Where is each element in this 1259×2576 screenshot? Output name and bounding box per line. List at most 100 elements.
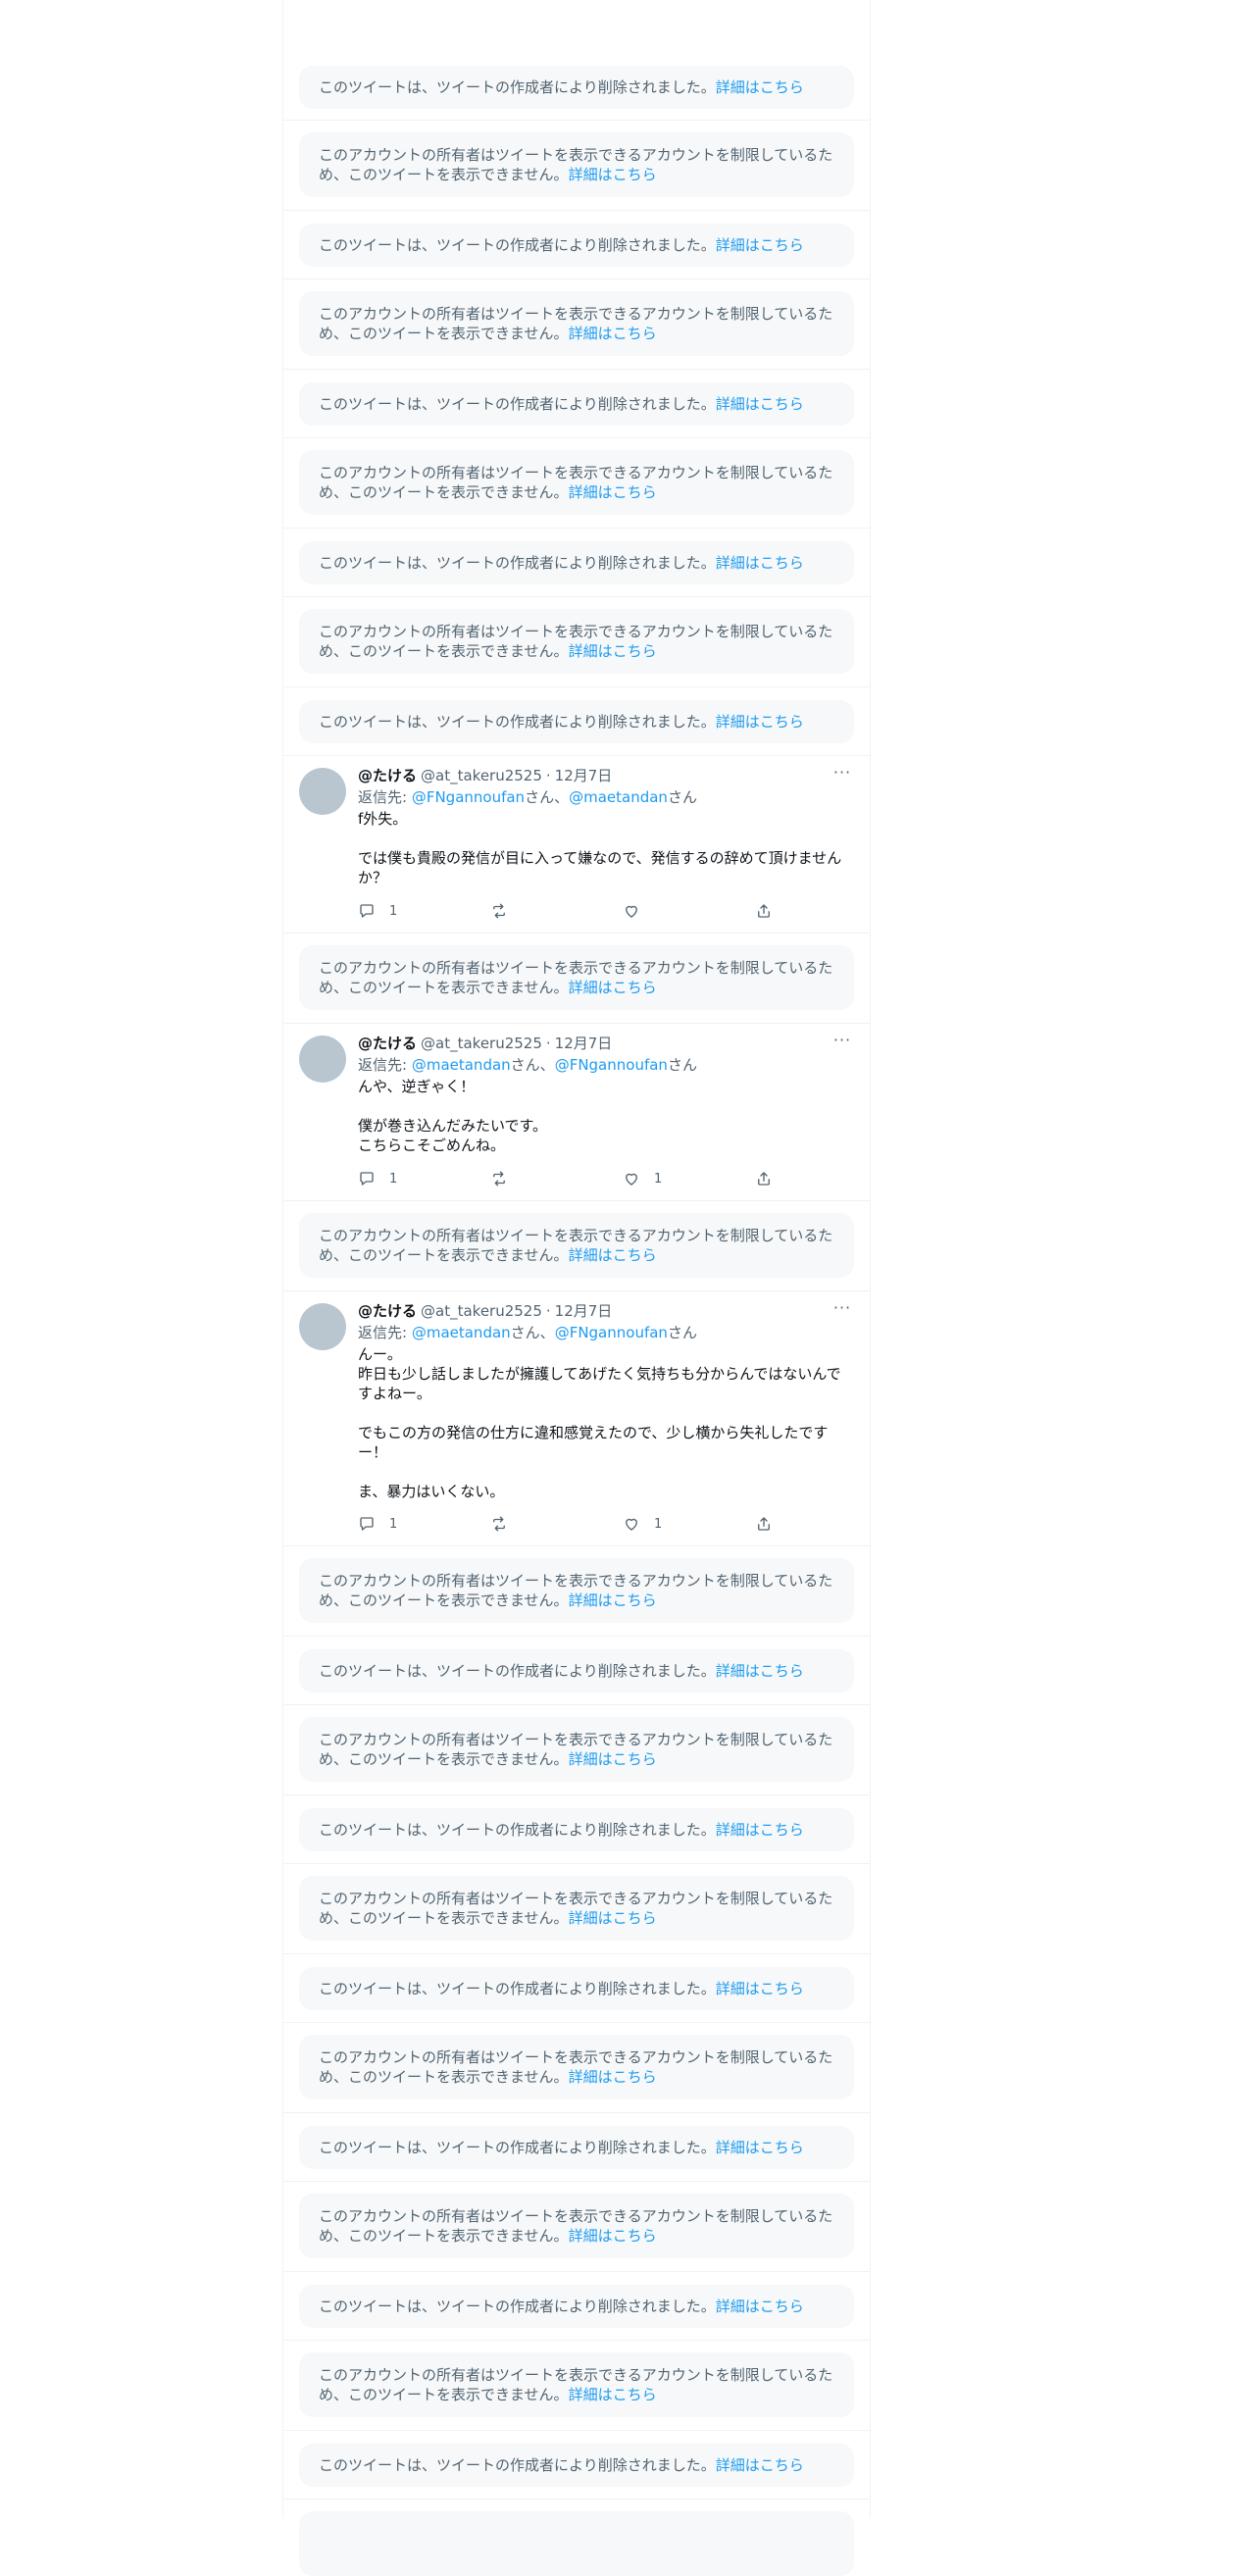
timestamp[interactable]: 12月7日	[555, 1301, 613, 1321]
learn-more-link[interactable]: 詳細はこちら	[569, 166, 657, 183]
retweet-icon	[493, 1516, 505, 1532]
tweet[interactable]: @たける @at_takeru2525 · 12月7日 ··· 返信先: @ma…	[283, 1291, 870, 1546]
notice-text-line2: め、このツイートを表示できません。	[319, 325, 569, 342]
like-count: 1	[654, 1171, 663, 1187]
reply-to: 返信先: @FNgannoufanさん、@maetandanさん	[358, 787, 854, 807]
learn-more-link[interactable]: 詳細はこちら	[569, 642, 657, 660]
restricted-tweet-notice: このアカウントの所有者はツイートを表示できるアカウントを制限しているた め、このツ…	[299, 1213, 854, 1278]
mention-link[interactable]: @FNgannoufan	[412, 788, 525, 806]
notice-text-line1: このアカウントの所有者はツイートを表示できるアカウントを制限しているた	[319, 464, 833, 481]
mention-link[interactable]: @maetandan	[412, 1324, 511, 1341]
learn-more-link[interactable]: 詳細はこちら	[716, 78, 804, 96]
learn-more-link[interactable]: 詳細はこちら	[716, 2298, 804, 2315]
deleted-tweet-row: このツイートは、ツイートの作成者により削除されました。詳細はこちら	[283, 2431, 870, 2500]
mention-link[interactable]: @FNgannoufan	[555, 1056, 668, 1074]
learn-more-link[interactable]: 詳細はこちら	[569, 1591, 657, 1609]
timestamp[interactable]: 12月7日	[555, 1034, 613, 1053]
display-name[interactable]: @たける	[358, 1034, 417, 1053]
retweet-button[interactable]	[490, 1170, 569, 1187]
restricted-tweet-notice: このアカウントの所有者はツイートを表示できるアカウントを制限しているた め、このツ…	[299, 2194, 854, 2258]
notice-text-line1: このアカウントの所有者はツイートを表示できるアカウントを制限しているた	[319, 1227, 833, 1244]
reply-icon	[360, 1172, 374, 1186]
user-handle[interactable]: @at_takeru2525	[421, 1301, 542, 1321]
learn-more-link[interactable]: 詳細はこちら	[569, 1246, 657, 1264]
notice-text: このツイートは、ツイートの作成者により削除されました。	[319, 1980, 716, 1997]
notice-text-line1: このアカウントの所有者はツイートを表示できるアカウントを制限しているた	[319, 146, 833, 164]
separator-dot: ·	[545, 1302, 551, 1320]
restricted-tweet-notice: このアカウントの所有者はツイートを表示できるアカウントを制限しているた め、このツ…	[299, 1558, 854, 1623]
learn-more-link[interactable]: 詳細はこちら	[716, 1980, 804, 1997]
learn-more-link[interactable]: 詳細はこちら	[569, 979, 657, 996]
notice-text: このツイートは、ツイートの作成者により削除されました。	[319, 2456, 716, 2474]
separator-dot: ·	[545, 1035, 551, 1052]
restricted-tweet-notice: このアカウントの所有者はツイートを表示できるアカウントを制限しているた め、このツ…	[299, 291, 854, 356]
tweet-body: @たける @at_takeru2525 · 12月7日 ··· 返信先: @ma…	[358, 1033, 854, 1155]
learn-more-link[interactable]: 詳細はこちら	[716, 713, 804, 731]
learn-more-link[interactable]: 詳細はこちら	[569, 483, 657, 501]
avatar[interactable]	[299, 768, 346, 815]
notice-text: このツイートは、ツイートの作成者により削除されました。	[319, 2298, 716, 2315]
timestamp[interactable]: 12月7日	[555, 766, 613, 785]
reply-button[interactable]: 1	[358, 1170, 436, 1187]
more-options-icon[interactable]: ···	[831, 1300, 854, 1321]
reply-button[interactable]: 1	[358, 902, 436, 920]
deleted-tweet-notice: このツイートは、ツイートの作成者により削除されました。詳細はこちら	[299, 1808, 854, 1851]
learn-more-link[interactable]: 詳細はこちら	[569, 1750, 657, 1768]
tweet-actions: 1 1	[358, 1514, 775, 1534]
deleted-tweet-notice: このツイートは、ツイートの作成者により削除されました。詳細はこちら	[299, 224, 854, 267]
learn-more-link[interactable]: 詳細はこちら	[716, 236, 804, 254]
reply-button[interactable]: 1	[358, 1515, 436, 1533]
notice-text-line1: このアカウントの所有者はツイートを表示できるアカウントを制限しているた	[319, 2366, 833, 2384]
display-name[interactable]: @たける	[358, 1301, 417, 1321]
learn-more-link[interactable]: 詳細はこちら	[716, 554, 804, 572]
notice-text-line2: め、このツイートを表示できません。	[319, 642, 569, 660]
user-handle[interactable]: @at_takeru2525	[421, 1034, 542, 1053]
notice-text-line2: め、このツイートを表示できません。	[319, 1246, 569, 1264]
learn-more-link[interactable]: 詳細はこちら	[716, 1662, 804, 1680]
display-name[interactable]: @たける	[358, 766, 417, 785]
restricted-tweet-row: このアカウントの所有者はツイートを表示できるアカウントを制限しているた め、このツ…	[283, 2341, 870, 2431]
tweet-body: @たける @at_takeru2525 · 12月7日 ··· 返信先: @FN…	[358, 765, 854, 887]
mention-suffix: さん	[667, 1324, 697, 1341]
retweet-button[interactable]	[490, 1515, 569, 1533]
mention-link[interactable]: @maetandan	[569, 788, 668, 806]
reply-to: 返信先: @maetandanさん、@FNgannoufanさん	[358, 1055, 854, 1075]
learn-more-link[interactable]: 詳細はこちら	[569, 1909, 657, 1927]
share-button[interactable]	[755, 902, 775, 920]
learn-more-link[interactable]: 詳細はこちら	[569, 2068, 657, 2086]
restricted-tweet-notice: このアカウントの所有者はツイートを表示できるアカウントを制限しているた め、このツ…	[299, 1876, 854, 1941]
notice-text: このツイートは、ツイートの作成者により削除されました。	[319, 395, 716, 413]
restricted-tweet-row: このアカウントの所有者はツイートを表示できるアカウントを制限しているた め、このツ…	[283, 1705, 870, 1795]
avatar[interactable]	[299, 1035, 346, 1083]
tweet-body: @たける @at_takeru2525 · 12月7日 ··· 返信先: @ma…	[358, 1300, 854, 1501]
share-button[interactable]	[755, 1170, 775, 1187]
user-handle[interactable]: @at_takeru2525	[421, 766, 542, 785]
like-button[interactable]: 1	[623, 1515, 701, 1533]
notice-text: このツイートは、ツイートの作成者により削除されました。	[319, 2139, 716, 2156]
learn-more-link[interactable]: 詳細はこちら	[716, 2139, 804, 2156]
mention-suffix: さん、	[525, 788, 570, 806]
mention-link[interactable]: @FNgannoufan	[555, 1324, 668, 1341]
tweet-header: @たける @at_takeru2525 · 12月7日	[358, 1034, 854, 1053]
more-options-icon[interactable]: ···	[831, 765, 854, 785]
retweet-button[interactable]	[490, 902, 569, 920]
learn-more-link[interactable]: 詳細はこちら	[716, 1821, 804, 1839]
deleted-tweet-row: このツイートは、ツイートの作成者により削除されました。詳細はこちら	[283, 687, 870, 756]
avatar[interactable]	[299, 1303, 346, 1350]
more-options-icon[interactable]: ···	[831, 1033, 854, 1053]
learn-more-link[interactable]: 詳細はこちら	[569, 325, 657, 342]
mention-link[interactable]: @maetandan	[412, 1056, 511, 1074]
learn-more-link[interactable]: 詳細はこちら	[569, 2386, 657, 2403]
reply-count: 1	[389, 1516, 398, 1532]
tweet[interactable]: @たける @at_takeru2525 · 12月7日 ··· 返信先: @ma…	[283, 1024, 870, 1201]
notice-text: このツイートは、ツイートの作成者により削除されました。	[319, 1662, 716, 1680]
tweet[interactable]: @たける @at_takeru2525 · 12月7日 ··· 返信先: @FN…	[283, 756, 870, 934]
like-button[interactable]	[623, 902, 701, 920]
learn-more-link[interactable]: 詳細はこちら	[716, 2456, 804, 2474]
like-button[interactable]: 1	[623, 1170, 701, 1187]
reply-icon	[360, 1517, 374, 1531]
notice-text: このツイートは、ツイートの作成者により削除されました。	[319, 713, 716, 731]
learn-more-link[interactable]: 詳細はこちら	[716, 395, 804, 413]
learn-more-link[interactable]: 詳細はこちら	[569, 2227, 657, 2245]
share-button[interactable]	[755, 1515, 775, 1533]
